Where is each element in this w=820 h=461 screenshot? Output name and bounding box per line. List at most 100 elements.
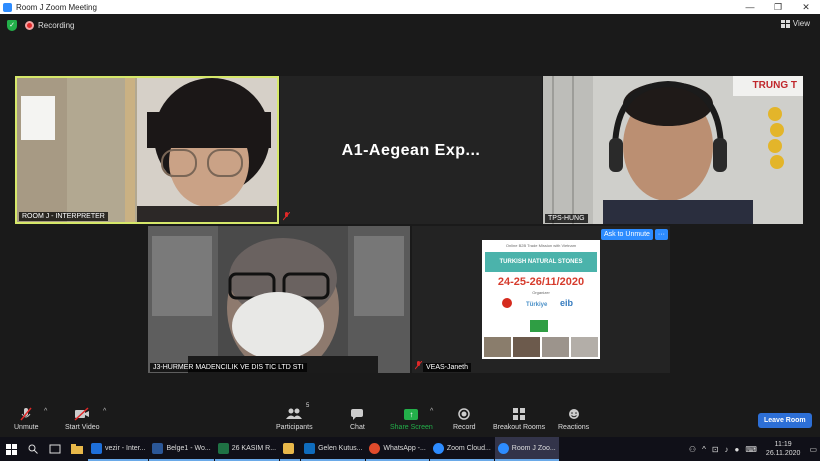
- start-video-label: Start Video: [65, 424, 100, 431]
- meeting-toolbar: Unmute ^ Start Video ^ 5 Participants Ch…: [0, 403, 820, 437]
- outlook-icon: [304, 442, 316, 454]
- green-logo-icon: [530, 320, 548, 332]
- share-screen-button[interactable]: ↑ Share Screen: [390, 407, 433, 431]
- shared-poster-image: Online B2B Trade Mission with Vietnam TU…: [482, 240, 600, 359]
- muted-mic-icon: [415, 361, 422, 370]
- meeting-area: ✓ Recording View ROOM J - INTERPRETER A1…: [0, 14, 820, 403]
- background-sign-text: TRUNG T: [752, 80, 797, 91]
- word-icon: [152, 442, 164, 454]
- chat-button[interactable]: Chat: [350, 407, 365, 431]
- participant-name-label: VEAS-Janeth: [423, 363, 472, 372]
- taskbar-app-outlook[interactable]: Gelen Kutus...: [301, 437, 366, 461]
- notifications-icon[interactable]: ▭: [809, 445, 817, 454]
- task-view-icon[interactable]: [44, 437, 66, 461]
- taskbar-app-label: Room J Zoo...: [511, 444, 556, 452]
- eib-logo: eib: [560, 298, 574, 308]
- app-tray-icon[interactable]: ●: [735, 445, 740, 454]
- recording-indicator-icon: [25, 20, 34, 30]
- search-icon[interactable]: [22, 437, 44, 461]
- video-off-icon: [74, 407, 90, 421]
- poster-photo: [571, 337, 598, 357]
- taskbar-app-zoom-room[interactable]: Room J Zoo...: [494, 437, 559, 461]
- participant-name-label: J3-HURMER MADENCILIK VE DIS TIC LTD STI: [150, 363, 307, 372]
- language-icon[interactable]: ⌨: [745, 445, 757, 454]
- tray-chevron-up-icon[interactable]: ^: [702, 445, 706, 454]
- taskbar-app-chrome[interactable]: WhatsApp -...: [366, 437, 429, 461]
- windows-start-icon[interactable]: [0, 437, 22, 461]
- video-tile-interpreter[interactable]: ROOM J - INTERPRETER: [15, 76, 279, 224]
- ministry-logo-icon: [502, 298, 512, 308]
- taskbar-app-edge[interactable]: vezir - Inter...: [88, 437, 149, 461]
- view-label: View: [792, 19, 810, 28]
- folder-icon: [283, 442, 295, 454]
- video-options-chevron-icon[interactable]: ^: [103, 408, 106, 415]
- record-button[interactable]: Record: [453, 407, 476, 431]
- taskbar-app-label: 26 KASIM R...: [231, 444, 277, 452]
- poster-banner: TURKISH NATURAL STONES: [485, 252, 597, 272]
- window-controls: — ❐ ✕: [736, 0, 820, 14]
- start-video-button[interactable]: Start Video: [65, 407, 100, 431]
- maximize-button[interactable]: ❐: [764, 0, 792, 14]
- participants-button[interactable]: 5 Participants: [276, 403, 313, 431]
- window-title: Room J Zoom Meeting: [16, 2, 97, 12]
- taskbar-app-zoom-cloud[interactable]: Zoom Cloud...: [429, 437, 494, 461]
- close-button[interactable]: ✕: [792, 0, 820, 14]
- view-button[interactable]: View: [780, 19, 810, 28]
- participants-label: Participants: [276, 424, 313, 431]
- people-icon[interactable]: ⚇: [689, 445, 696, 454]
- muted-mic-icon: [283, 212, 290, 221]
- ask-to-unmute-button[interactable]: Ask to Unmute: [601, 229, 653, 240]
- poster-dates: 24-25-26/11/2020: [497, 276, 585, 288]
- muted-microphone-icon: [20, 407, 32, 421]
- unmute-label: Unmute: [14, 424, 39, 431]
- taskbar-app-explorer[interactable]: [280, 437, 301, 461]
- zoom-icon: [432, 442, 444, 454]
- tile-actions: Ask to Unmute ···: [601, 229, 668, 240]
- meeting-topbar: ✓ Recording View: [0, 14, 820, 36]
- video-tile-aegean[interactable]: A1-Aegean Exp...: [280, 76, 542, 224]
- clock-date: 26.11.2020: [765, 450, 801, 457]
- more-options-button[interactable]: ···: [654, 229, 668, 240]
- record-icon: [458, 407, 471, 421]
- poster-photo: [542, 337, 569, 357]
- file-explorer-icon[interactable]: [66, 437, 88, 461]
- participant-video: [17, 78, 277, 222]
- smiley-icon: [568, 407, 580, 421]
- unmute-button[interactable]: Unmute: [14, 407, 39, 431]
- volume-icon[interactable]: ♪: [725, 445, 729, 454]
- chrome-icon: [369, 442, 381, 454]
- participant-display-name: A1-Aegean Exp...: [341, 142, 481, 159]
- video-tile-tps-hung[interactable]: TRUNG T TPS-HUNG: [543, 76, 803, 224]
- video-tile-hurmer[interactable]: J3-HURMER MADENCILIK VE DIS TIC LTD STI: [148, 226, 410, 373]
- zoom-logo-icon: [3, 2, 12, 12]
- reactions-button[interactable]: Reactions: [558, 407, 589, 431]
- taskbar-app-label: Belge1 - Wo...: [166, 444, 211, 452]
- taskbar-app-word[interactable]: Belge1 - Wo...: [149, 437, 214, 461]
- record-label: Record: [453, 424, 476, 431]
- security-shield-icon[interactable]: ✓: [7, 19, 17, 31]
- audio-options-chevron-icon[interactable]: ^: [44, 408, 47, 415]
- breakout-rooms-label: Breakout Rooms: [493, 424, 546, 431]
- leave-room-button[interactable]: Leave Room: [758, 413, 812, 428]
- taskbar-app-label: Zoom Cloud...: [446, 444, 491, 452]
- turkiye-logo: Türkiye: [526, 302, 548, 308]
- share-screen-label: Share Screen: [390, 424, 433, 431]
- participant-video: [148, 226, 410, 373]
- share-screen-icon: ↑: [404, 407, 419, 421]
- excel-icon: [217, 442, 229, 454]
- taskbar-app-label: Gelen Kutus...: [318, 444, 363, 452]
- poster-photo: [513, 337, 540, 357]
- view-grid-icon: [780, 19, 790, 28]
- chat-label: Chat: [350, 424, 365, 431]
- system-tray: ⚇ ^ ⊡ ♪ ● ⌨ 11:19 26.11.2020 ▭: [686, 437, 820, 461]
- share-options-chevron-icon[interactable]: ^: [430, 408, 433, 415]
- taskbar-app-label: WhatsApp -...: [383, 444, 426, 452]
- video-tile-veas-janeth[interactable]: Online B2B Trade Mission with Vietnam TU…: [412, 226, 670, 373]
- network-icon[interactable]: ⊡: [712, 445, 719, 454]
- participant-name-label: ROOM J - INTERPRETER: [19, 212, 108, 221]
- chat-bubble-icon: [350, 407, 364, 421]
- taskbar-app-excel[interactable]: 26 KASIM R...: [214, 437, 280, 461]
- breakout-rooms-button[interactable]: Breakout Rooms: [493, 407, 545, 431]
- minimize-button[interactable]: —: [736, 0, 764, 14]
- taskbar-clock[interactable]: 11:19 26.11.2020: [766, 440, 801, 458]
